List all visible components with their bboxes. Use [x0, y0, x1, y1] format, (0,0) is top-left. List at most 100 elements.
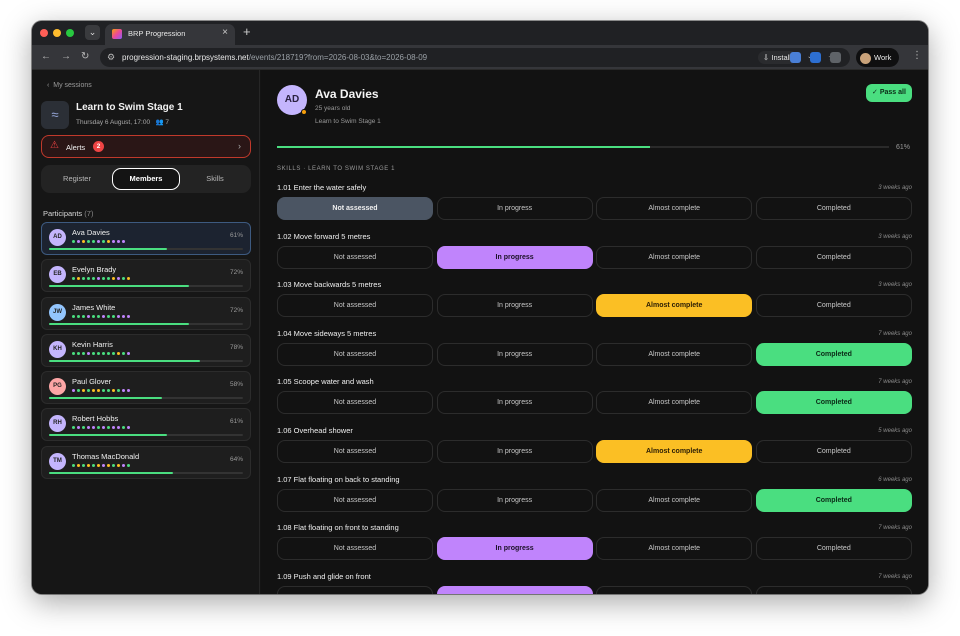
status-option-completed[interactable]: Completed — [755, 342, 912, 366]
status-option-in-progress[interactable]: In progress — [436, 197, 593, 220]
back-to-sessions-link[interactable]: ‹ My sessions — [47, 82, 92, 89]
status-option-completed[interactable]: Completed — [755, 488, 912, 512]
skill-row: 1.03 Move backwards 5 metres 3 weeks ago N… — [277, 277, 912, 326]
status-option-in-progress[interactable]: In progress — [436, 439, 593, 463]
status-option-completed[interactable]: Completed — [755, 537, 912, 561]
status-option-completed[interactable]: Completed — [755, 391, 912, 415]
status-option-in-progress[interactable]: In progress — [436, 537, 593, 561]
skill-status-options: Not assessedIn progressAlmost completeCo… — [277, 391, 912, 415]
close-window-button[interactable] — [40, 29, 48, 37]
tab-members[interactable]: Members — [112, 168, 180, 190]
status-option-not-assessed[interactable]: Not assessed — [277, 391, 433, 415]
status-option-almost-complete[interactable]: Almost complete — [596, 391, 753, 415]
skill-row: 1.01 Enter the water safely 3 weeks ago No… — [277, 180, 912, 229]
browser-tab[interactable]: BRP Progression × — [105, 24, 235, 45]
skill-status-options: Not assessedIn progressAlmost completeCo… — [277, 197, 912, 220]
status-option-not-assessed[interactable]: Not assessed — [277, 342, 433, 366]
back-arrow-icon[interactable]: ← — [41, 51, 51, 62]
minimize-window-button[interactable] — [53, 29, 61, 37]
new-tab-icon[interactable]: + — [243, 24, 251, 39]
skill-status-dot — [102, 277, 105, 281]
tab-search-icon[interactable]: ⌄ — [85, 25, 100, 40]
skill-title: 1.09 Push and glide on front — [277, 571, 371, 581]
skill-timestamp: 3 weeks ago — [878, 233, 912, 240]
session-title: Learn to Swim Stage 1 — [76, 102, 183, 113]
close-tab-icon[interactable]: × — [222, 27, 228, 38]
status-option-not-assessed[interactable]: Not assessed — [277, 294, 433, 318]
participant-percent: 61% — [229, 232, 243, 239]
status-option-almost-complete[interactable]: Almost complete — [596, 294, 753, 318]
profile-avatar — [860, 52, 871, 64]
status-option-almost-complete[interactable]: Almost complete — [596, 488, 753, 512]
status-option-almost-complete[interactable]: Almost complete — [596, 342, 753, 366]
skill-status-dot — [82, 351, 85, 355]
status-option-completed[interactable]: Completed — [755, 245, 912, 269]
status-option-not-assessed[interactable]: Not assessed — [277, 197, 433, 220]
translate-extension-icon[interactable] — [810, 52, 821, 63]
back-label: My sessions — [53, 82, 92, 89]
tab-skills[interactable]: Skills — [181, 168, 249, 190]
puzzle-extensions-icon[interactable] — [830, 52, 841, 63]
participant-card[interactable]: KH Kevin Harris 78% — [41, 333, 251, 367]
skill-status-dot — [107, 351, 110, 355]
skill-status-dot — [102, 463, 105, 467]
status-option-almost-complete[interactable]: Almost complete — [596, 439, 753, 463]
status-option-almost-complete[interactable]: Almost complete — [596, 197, 753, 220]
status-option-almost-complete[interactable]: Almost complete — [596, 537, 753, 561]
participant-card[interactable]: JW James White 72% — [41, 296, 251, 330]
skill-status-dot — [77, 389, 80, 393]
participant-card[interactable]: AD Ava Davies 61% — [41, 222, 251, 255]
participant-card[interactable]: EB Evelyn Brady 72% — [41, 259, 251, 293]
address-bar[interactable]: ⚙ progression-staging.brpsystems.net/eve… — [100, 48, 850, 67]
status-option-completed[interactable]: Completed — [755, 294, 912, 318]
skill-status-dot — [107, 426, 110, 430]
status-option-almost-complete[interactable]: Almost complete — [596, 245, 753, 269]
status-option-not-assessed[interactable]: Not assessed — [277, 245, 433, 269]
alerts-button[interactable]: ⚠ Alerts 2 › — [41, 135, 251, 158]
skill-status-dot — [97, 240, 100, 243]
status-option-completed[interactable]: Completed — [755, 585, 912, 594]
pass-all-button[interactable]: ✓ Pass all — [866, 84, 912, 102]
participant-progress-fill — [49, 434, 168, 437]
status-option-almost-complete[interactable]: Almost complete — [596, 585, 753, 594]
participant-name: Evelyn Brady — [72, 265, 117, 275]
session-subtitle: Thursday 6 August, 17:00 👥 7 — [76, 118, 169, 126]
site-settings-icon[interactable]: ⚙ — [107, 52, 115, 63]
participant-card[interactable]: RH Robert Hobbs 61% — [41, 408, 251, 442]
participant-card[interactable]: TM Thomas MacDonald 64% — [41, 445, 251, 479]
profile-button[interactable]: Work — [856, 48, 900, 67]
maximize-window-button[interactable] — [66, 29, 74, 37]
skill-row: 1.05 Scoope water and wash 7 weeks ago Not… — [277, 374, 912, 423]
status-option-not-assessed[interactable]: Not assessed — [277, 537, 433, 561]
status-option-not-assessed[interactable]: Not assessed — [277, 585, 433, 594]
status-option-in-progress[interactable]: In progress — [436, 391, 593, 415]
status-option-completed[interactable]: Completed — [755, 439, 912, 463]
status-option-not-assessed[interactable]: Not assessed — [277, 439, 433, 463]
status-option-completed[interactable]: Completed — [755, 197, 912, 220]
avatar: TM — [49, 452, 66, 470]
participant-progress-bar — [49, 322, 243, 325]
skill-status-dots — [72, 314, 130, 319]
install-label: Install — [771, 53, 791, 62]
skill-status-dot — [92, 426, 95, 430]
tab-register[interactable]: Register — [43, 168, 111, 190]
status-option-in-progress[interactable]: In progress — [436, 342, 593, 366]
skill-status-dot — [122, 351, 125, 355]
status-option-in-progress[interactable]: In progress — [436, 585, 593, 594]
skill-status-options: Not assessedIn progressAlmost completeCo… — [277, 585, 912, 594]
skill-status-dot — [72, 314, 75, 318]
extension-icon[interactable] — [790, 52, 801, 63]
status-option-in-progress[interactable]: In progress — [436, 488, 593, 512]
status-option-in-progress[interactable]: In progress — [436, 245, 593, 269]
url-text[interactable]: progression-staging.brpsystems.net/event… — [122, 53, 427, 62]
forward-arrow-icon[interactable]: → — [61, 51, 71, 62]
browser-toolbar: ← → ↻ ⚙ progression-staging.brpsystems.n… — [32, 45, 928, 70]
browser-menu-icon[interactable]: ⋮ — [912, 50, 922, 61]
participant-card[interactable]: PG Paul Glover 58% — [41, 371, 251, 405]
skill-timestamp: 3 weeks ago — [878, 185, 912, 191]
status-option-in-progress[interactable]: In progress — [436, 294, 593, 318]
status-option-not-assessed[interactable]: Not assessed — [277, 488, 433, 512]
participant-percent: 72% — [229, 269, 243, 277]
reload-icon[interactable]: ↻ — [81, 51, 89, 62]
skill-status-options: Not assessedIn progressAlmost completeCo… — [277, 537, 912, 561]
